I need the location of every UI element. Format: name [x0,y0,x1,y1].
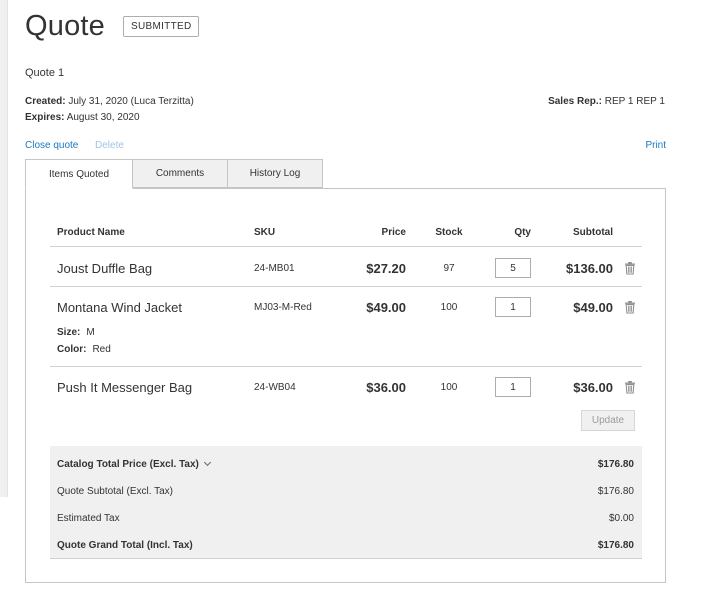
table-row: Joust Duffle Bag 24-MB01 $27.20 97 $136.… [50,248,642,287]
quote-name: Quote 1 [25,67,65,79]
print-link[interactable]: Print [645,140,666,151]
quote-subtotal-label: Quote Subtotal (Excl. Tax) [57,486,173,497]
grand-total-row: Quote Grand Total (Incl. Tax) $176.80 [50,532,642,559]
table-header: Product Name SKU Price Stock Qty Subtota… [50,225,642,247]
product-subtotal: $36.00 [573,380,613,395]
sales-rep-info: Sales Rep.: REP 1 REP 1 [548,96,665,107]
catalog-total-value: $176.80 [597,459,634,470]
tab-bar: Items Quoted Comments History Log [25,159,323,189]
product-subtotal: $136.00 [566,261,613,276]
created-label: Created: [25,96,66,107]
estimated-tax-label: Estimated Tax [57,513,120,524]
product-price: $27.20 [366,261,406,276]
created-info: Created: July 31, 2020 (Luca Terzitta) [25,96,194,107]
tab-comments[interactable]: Comments [132,159,228,188]
grand-total-value: $176.80 [597,540,634,551]
expires-label: Expires: [25,112,65,123]
option-value: M [86,327,95,338]
product-option-size: Size: M [57,327,95,338]
product-price: $36.00 [366,380,406,395]
option-label: Color: [57,344,87,355]
table-row: Push It Messenger Bag 24-WB04 $36.00 100… [50,367,642,437]
sales-rep-label: Sales Rep.: [548,96,602,107]
product-stock: 100 [440,382,458,393]
catalog-total-label-text: Catalog Total Price (Excl. Tax) [57,459,199,470]
status-badge: SUBMITTED [123,15,200,37]
quote-subtotal-value: $176.80 [597,486,634,497]
delete-link[interactable]: Delete [95,140,124,151]
tab-history-log[interactable]: History Log [227,159,323,188]
table-row: Montana Wind Jacket MJ03-M-Red $49.00 10… [50,287,642,367]
expires-value: August 30, 2020 [66,112,140,123]
header-stock: Stock [435,227,463,238]
items-quoted-panel: Product Name SKU Price Stock Qty Subtota… [25,188,666,583]
sales-rep-value: REP 1 REP 1 [604,96,665,107]
product-name: Push It Messenger Bag [57,380,193,395]
close-quote-link[interactable]: Close quote [25,140,78,151]
qty-input[interactable] [495,297,531,317]
trash-icon[interactable] [623,300,637,314]
grand-total-label: Quote Grand Total (Incl. Tax) [57,540,193,551]
product-subtotal: $49.00 [573,300,613,315]
page-title: Quote [25,9,105,42]
qty-input[interactable] [495,377,531,397]
product-sku: 24-WB04 [254,382,296,393]
tab-items-quoted[interactable]: Items Quoted [25,159,133,189]
product-sku: MJ03-M-Red [254,302,312,313]
product-sku: 24-MB01 [254,263,295,274]
option-value: Red [92,344,111,355]
option-label: Size: [57,327,81,338]
header-product-name: Product Name [57,227,125,238]
header-sku: SKU [254,227,276,238]
update-button[interactable]: Update [581,410,635,431]
quote-subtotal-row: Quote Subtotal (Excl. Tax) $176.80 [50,478,642,505]
header-price: Price [381,227,406,238]
product-price: $49.00 [366,300,406,315]
header-subtotal: Subtotal [573,227,613,238]
estimated-tax-value: $0.00 [608,513,634,524]
product-name: Montana Wind Jacket [57,300,183,315]
trash-icon[interactable] [623,261,637,275]
product-stock: 100 [440,302,458,313]
product-option-color: Color: Red [57,344,111,355]
header-qty: Qty [514,227,531,238]
expires-info: Expires: August 30, 2020 [25,112,140,123]
title-row: Quote SUBMITTED [25,8,200,44]
catalog-total-label: Catalog Total Price (Excl. Tax) [57,458,211,470]
catalog-total-row[interactable]: Catalog Total Price (Excl. Tax) $176.80 [50,451,642,478]
totals-summary: Catalog Total Price (Excl. Tax) $176.80 … [50,446,642,559]
left-rail [0,0,8,497]
created-value: July 31, 2020 (Luca Terzitta) [68,96,194,107]
qty-input[interactable] [495,258,531,278]
product-name: Joust Duffle Bag [57,261,153,276]
estimated-tax-row: Estimated Tax $0.00 [50,505,642,532]
trash-icon[interactable] [623,380,637,394]
chevron-down-icon[interactable] [203,458,211,467]
product-stock: 97 [443,263,455,274]
